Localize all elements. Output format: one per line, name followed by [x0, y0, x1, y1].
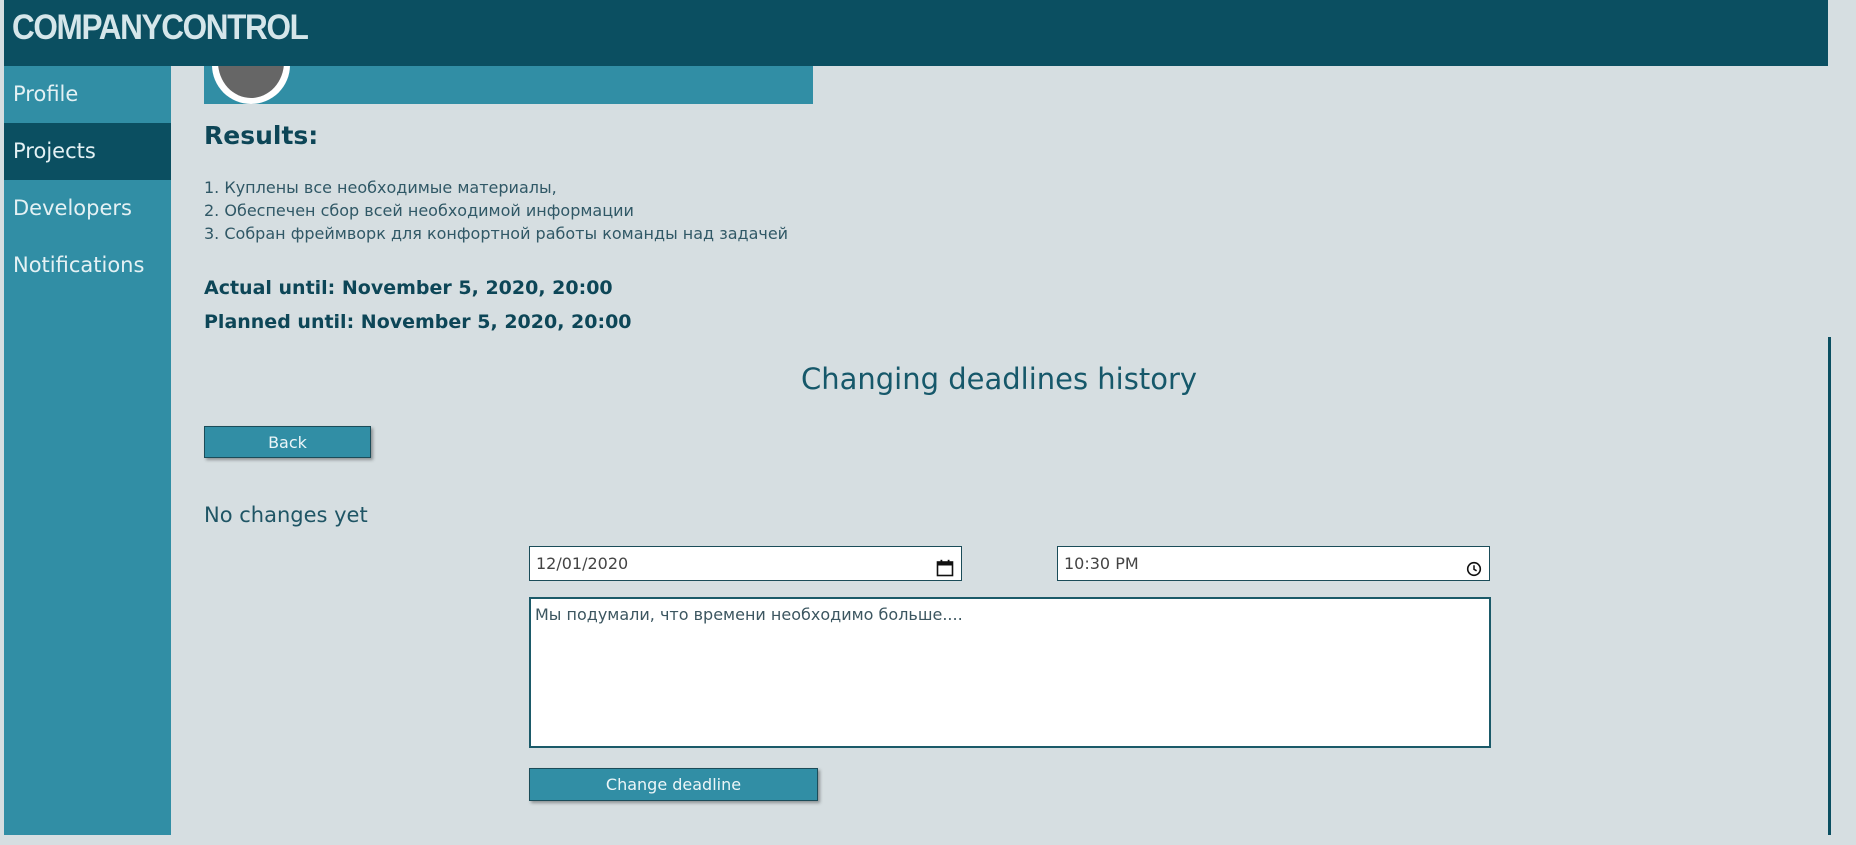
- main-content: Results: 1. Куплены все необходимые мате…: [171, 66, 1828, 835]
- list-item: 3. Собран фреймворк для конфортной работ…: [204, 224, 789, 243]
- sidebar-item-projects[interactable]: Projects: [4, 123, 171, 180]
- sidebar: Profile Projects Developers Notification…: [4, 66, 171, 835]
- date-value: 12/01/2020: [536, 554, 629, 573]
- list-item: 1. Куплены все необходимые материалы,: [204, 178, 557, 197]
- brand-logo[interactable]: COMPANYCONTROL: [12, 8, 309, 48]
- avatar: [212, 66, 290, 104]
- sidebar-item-notifications[interactable]: Notifications: [4, 237, 171, 294]
- time-input[interactable]: 10:30 PM: [1057, 546, 1490, 581]
- history-empty-text: No changes yet: [204, 503, 368, 527]
- results-heading: Results:: [204, 121, 319, 150]
- top-header: COMPANYCONTROL: [4, 0, 1828, 66]
- scrollbar[interactable]: [1828, 337, 1831, 835]
- project-owner-card: [204, 66, 813, 104]
- actual-until: Actual until: November 5, 2020, 20:00: [204, 277, 613, 299]
- sidebar-item-developers[interactable]: Developers: [4, 180, 171, 237]
- date-input[interactable]: 12/01/2020: [529, 546, 962, 581]
- time-value: 10:30 PM: [1064, 554, 1139, 573]
- history-title: Changing deadlines history: [800, 362, 1198, 396]
- sidebar-item-profile[interactable]: Profile: [4, 66, 171, 123]
- change-deadline-button[interactable]: Change deadline: [529, 768, 818, 801]
- clock-icon[interactable]: [1466, 555, 1482, 588]
- reason-textarea[interactable]: Мы подумали, что времени необходимо боль…: [529, 597, 1491, 748]
- calendar-icon[interactable]: [936, 555, 954, 588]
- app-frame: COMPANYCONTROL Profile Projects Develope…: [4, 0, 1831, 835]
- back-button[interactable]: Back: [204, 426, 371, 458]
- planned-until: Planned until: November 5, 2020, 20:00: [204, 311, 632, 333]
- results-list: 1. Куплены все необходимые материалы, 2.…: [204, 176, 788, 245]
- list-item: 2. Обеспечен сбор всей необходимой инфор…: [204, 201, 634, 220]
